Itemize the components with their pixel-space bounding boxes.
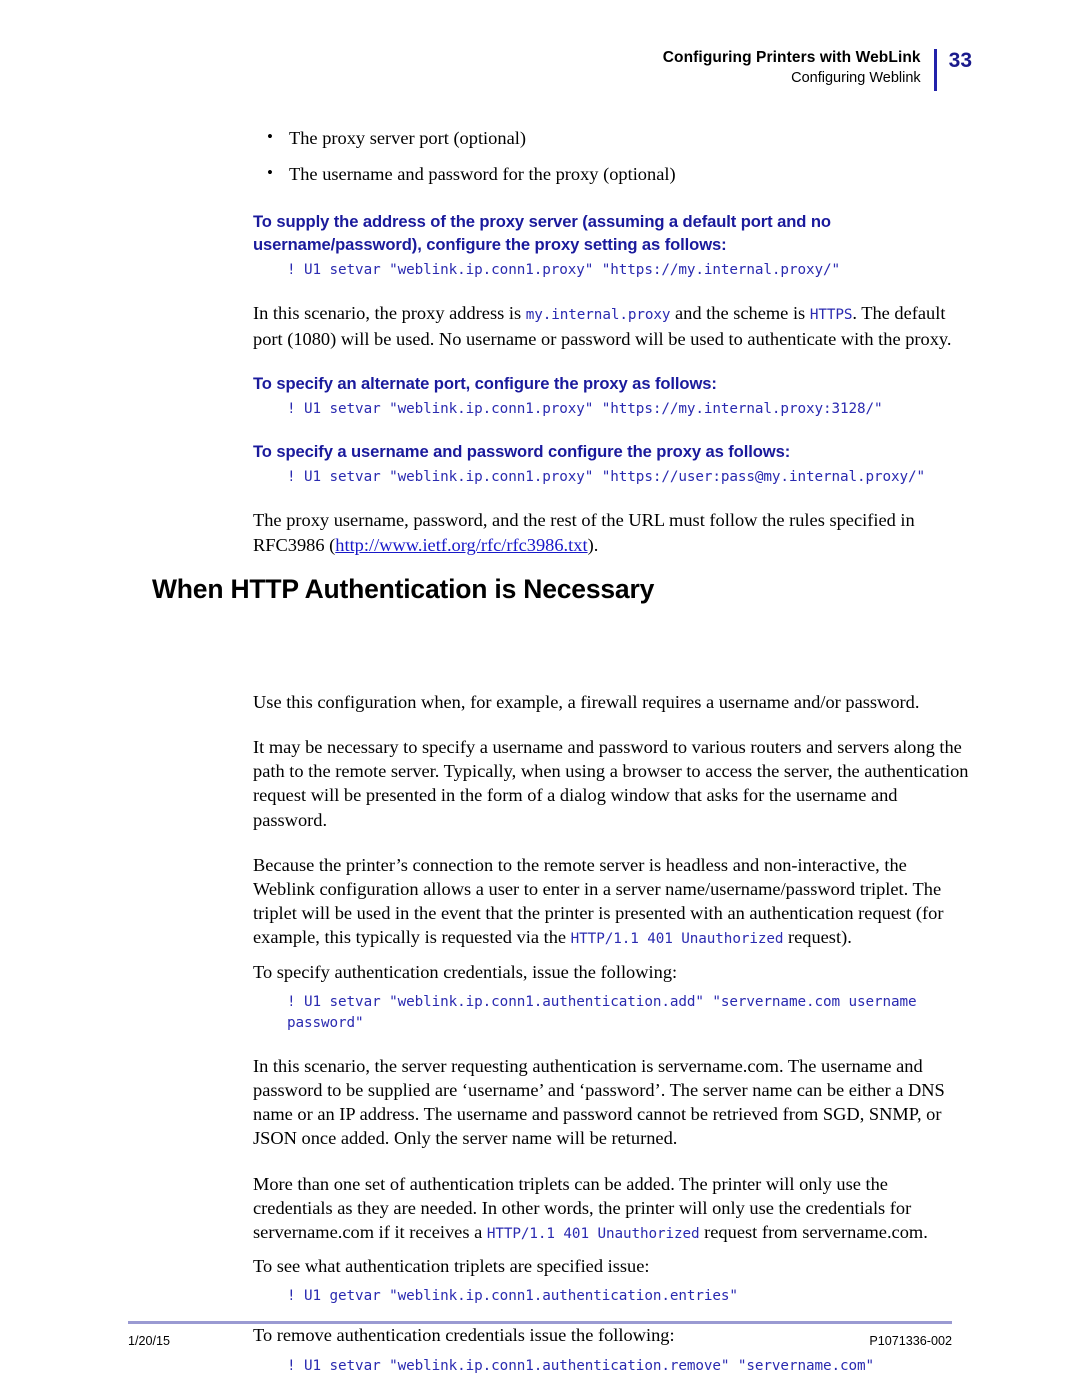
rfc3986-link[interactable]: http://www.ietf.org/rfc/rfc3986.txt	[335, 535, 587, 555]
paragraph-necessary: It may be necessary to specify a usernam…	[253, 737, 969, 830]
document-body: • The proxy server port (optional) • The…	[253, 126, 969, 1397]
footer-date: 1/20/15	[128, 1334, 171, 1348]
inline-code-http-401: HTTP/1.1 401 Unauthorized	[570, 931, 784, 948]
code-auth-entries: ! U1 getvar "weblink.ip.conn1.authentica…	[287, 1288, 738, 1305]
footer-document-id: P1071336-002	[869, 1334, 952, 1348]
footer-divider-rule	[128, 1321, 952, 1324]
text-segment: and the scheme is	[670, 303, 810, 323]
header-subtitle: Configuring Weblink	[791, 70, 921, 86]
inline-code-https: HTTPS	[809, 307, 853, 323]
paragraph-rfc3986: The proxy username, password, and the re…	[253, 508, 969, 556]
code-alternate-port: ! U1 setvar "weblink.ip.conn1.proxy" "ht…	[287, 401, 883, 418]
code-username-password: ! U1 setvar "weblink.ip.conn1.proxy" "ht…	[287, 469, 926, 486]
bullet-icon: •	[267, 127, 273, 146]
code-proxy-address: ! U1 setvar "weblink.ip.conn1.proxy" "ht…	[287, 262, 840, 278]
text-segment: request).	[783, 927, 852, 948]
heading-username-password: To specify a username and password confi…	[253, 442, 791, 462]
section-heading-spacer	[253, 578, 969, 690]
code-auth-remove: ! U1 setvar "weblink.ip.conn1.authentica…	[287, 1357, 875, 1374]
text-segment: In this scenario, the proxy address is	[253, 303, 526, 323]
list-item-label: The proxy server port (optional)	[289, 128, 526, 148]
text-segment: ).	[587, 534, 599, 555]
bullet-icon: •	[267, 163, 273, 182]
paragraph-firewall: Use this configuration when, for example…	[253, 691, 920, 712]
page-number: 33	[948, 49, 972, 72]
proxy-requirements-list: • The proxy server port (optional) • The…	[253, 126, 969, 186]
code-auth-add: ! U1 setvar "weblink.ip.conn1.authentica…	[287, 993, 917, 1031]
text-segment: request from servername.com.	[699, 1222, 928, 1243]
header-titles: Configuring Printers with WebLink Config…	[663, 48, 934, 89]
list-item: • The username and password for the prox…	[253, 162, 969, 186]
page-header: Configuring Printers with WebLink Config…	[663, 48, 972, 91]
paragraph-specify-credentials: To specify authentication credentials, i…	[253, 961, 678, 982]
inline-code-proxy-address: my.internal.proxy	[525, 307, 671, 323]
page-footer: 1/20/15 P1071336-002	[128, 1334, 952, 1348]
paragraph-see-triplets: To see what authentication triplets are …	[253, 1256, 650, 1277]
paragraph-more-than-one: More than one set of authentication trip…	[253, 1172, 969, 1247]
inline-code-http-401-second: HTTP/1.1 401 Unauthorized	[486, 1226, 700, 1243]
paragraph-scenario-auth: In this scenario, the server requesting …	[253, 1055, 945, 1149]
list-item-label: The username and password for the proxy …	[289, 164, 676, 184]
paragraph-scenario-proxy: In this scenario, the proxy address is m…	[253, 301, 969, 351]
list-item: • The proxy server port (optional)	[253, 126, 969, 150]
heading-proxy-address: To supply the address of the proxy serve…	[253, 212, 831, 254]
paragraph-headless: Because the printer’s connection to the …	[253, 853, 969, 952]
heading-alternate-port: To specify an alternate port, configure …	[253, 374, 717, 394]
header-title: Configuring Printers with WebLink	[662, 49, 921, 66]
document-page: Configuring Printers with WebLink Config…	[0, 0, 1080, 1397]
